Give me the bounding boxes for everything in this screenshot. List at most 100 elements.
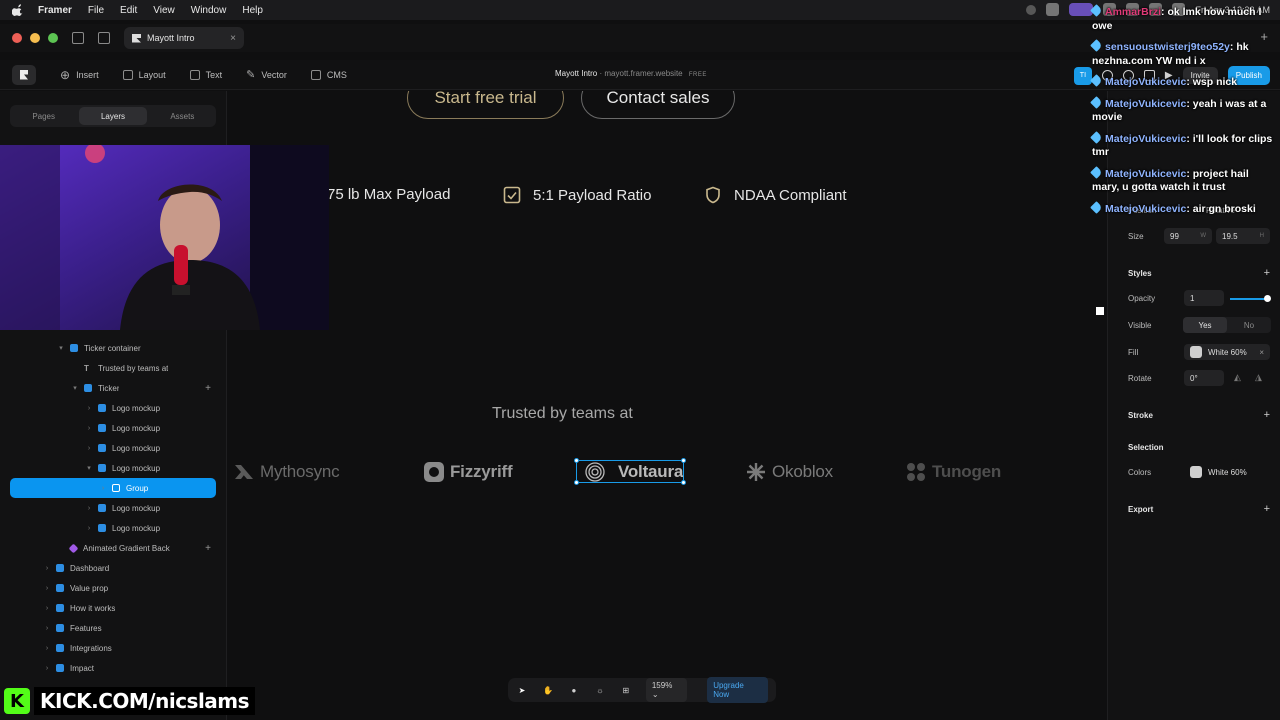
width-field[interactable]: 99 W: [1164, 228, 1212, 244]
cms-button[interactable]: CMS: [310, 69, 347, 80]
expand-caret-icon[interactable]: ›: [42, 625, 52, 632]
layer-row[interactable]: › Features: [0, 618, 227, 638]
height-field[interactable]: 19.5 H: [1216, 228, 1270, 244]
styles-section[interactable]: Styles +: [1128, 265, 1270, 281]
project-title[interactable]: Mayott Intro · mayott.framer.website FRE…: [555, 69, 707, 78]
chat-username[interactable]: MatejoVukicevic: [1105, 203, 1186, 215]
flip-vertical-icon[interactable]: ◮: [1255, 372, 1262, 383]
layer-row[interactable]: ▾ Ticker container: [0, 338, 227, 358]
logo-mythosync[interactable]: Mythosync: [234, 461, 340, 483]
status-icon[interactable]: [1046, 3, 1060, 16]
selection-color[interactable]: White 60%: [1184, 464, 1270, 480]
remove-fill-icon[interactable]: ×: [1259, 348, 1264, 357]
chat-username[interactable]: MatejoVukicevic: [1105, 168, 1186, 180]
menu-view[interactable]: View: [153, 5, 175, 16]
layer-row-selected[interactable]: › Group: [10, 478, 216, 498]
resize-handle[interactable]: [574, 480, 579, 485]
resize-handle[interactable]: [681, 480, 686, 485]
layer-row[interactable]: ▾ Ticker +: [0, 378, 227, 398]
home-icon[interactable]: [72, 32, 84, 44]
expand-caret-icon[interactable]: ›: [42, 585, 52, 592]
expand-caret-icon[interactable]: ›: [84, 505, 94, 512]
layer-row[interactable]: › Logo mockup: [0, 438, 227, 458]
opacity-field[interactable]: 1: [1184, 290, 1224, 306]
menu-edit[interactable]: Edit: [120, 5, 137, 16]
avatar[interactable]: TI: [1073, 66, 1092, 85]
opacity-slider[interactable]: [1230, 295, 1271, 302]
expand-caret-icon[interactable]: ›: [42, 605, 52, 612]
logo-okoblox[interactable]: Okoblox: [746, 461, 833, 483]
theme-toggle-icon[interactable]: ☼: [594, 684, 606, 696]
layer-row[interactable]: › Logo mockup: [0, 518, 227, 538]
layer-row[interactable]: › Logo mockup: [0, 418, 227, 438]
fill-swatch[interactable]: [1190, 346, 1202, 358]
insert-button[interactable]: ⊕ Insert: [60, 68, 99, 82]
layer-row[interactable]: › Integrations: [0, 638, 227, 658]
chat-username[interactable]: AmmarBrzi: [1105, 6, 1161, 18]
expand-caret-icon[interactable]: ›: [42, 645, 52, 652]
tab-pages[interactable]: Pages: [10, 105, 77, 127]
stroke-section[interactable]: Stroke +: [1128, 407, 1270, 423]
framer-menu-button[interactable]: [12, 64, 36, 85]
layer-row[interactable]: › Value prop: [0, 578, 227, 598]
expand-caret-icon[interactable]: ▾: [70, 384, 80, 392]
zoom-window-button[interactable]: [48, 33, 58, 43]
layer-row[interactable]: Animated Gradient Back +: [0, 538, 227, 558]
selection-outline[interactable]: [574, 458, 686, 485]
zoom-select[interactable]: 159% ⌄: [645, 678, 688, 702]
apple-icon[interactable]: [12, 4, 24, 16]
layout-button[interactable]: Layout: [122, 69, 166, 80]
layer-row[interactable]: ▾ Logo mockup: [0, 458, 227, 478]
add-stroke-icon[interactable]: +: [1264, 409, 1270, 421]
add-export-icon[interactable]: +: [1264, 503, 1270, 515]
hand-tool-icon[interactable]: ✋: [542, 684, 554, 696]
document-tab[interactable]: Mayott Intro ×: [124, 27, 244, 49]
frame-resize-handle[interactable]: [1096, 307, 1104, 315]
start-free-trial-button[interactable]: Start free trial: [407, 91, 564, 119]
tab-layers[interactable]: Layers: [79, 107, 147, 125]
minimize-window-button[interactable]: [30, 33, 40, 43]
visible-no[interactable]: No: [1227, 317, 1271, 333]
layer-row[interactable]: › Logo mockup: [0, 398, 227, 418]
resize-handle[interactable]: [574, 458, 579, 463]
expand-caret-icon[interactable]: ›: [84, 425, 94, 432]
upgrade-now-button[interactable]: Upgrade Now: [707, 677, 768, 703]
expand-caret-icon[interactable]: ›: [42, 565, 52, 572]
pointer-tool-icon[interactable]: ➤: [516, 684, 528, 696]
tab-assets[interactable]: Assets: [149, 105, 216, 127]
layer-row[interactable]: › Impact: [0, 658, 227, 678]
vector-button[interactable]: ✎ Vector: [246, 68, 287, 81]
menu-app-name[interactable]: Framer: [38, 5, 72, 16]
layer-row[interactable]: › Logo mockup: [0, 498, 227, 518]
close-tab-icon[interactable]: ×: [230, 33, 236, 44]
expand-caret-icon[interactable]: ›: [98, 485, 108, 492]
visible-yes[interactable]: Yes: [1183, 317, 1227, 333]
expand-caret-icon[interactable]: ▾: [56, 344, 66, 352]
flip-horizontal-icon[interactable]: ◭: [1234, 372, 1241, 383]
layer-row[interactable]: › Dashboard: [0, 558, 227, 578]
resize-handle[interactable]: [681, 458, 686, 463]
menu-file[interactable]: File: [88, 5, 104, 16]
add-layer-icon[interactable]: +: [205, 543, 211, 554]
design-canvas[interactable]: Start free trial Contact sales 75 lb Max…: [228, 91, 1106, 720]
expand-caret-icon[interactable]: ›: [84, 445, 94, 452]
chat-username[interactable]: MatejoVukicevic: [1105, 133, 1186, 145]
color-swatch[interactable]: [1190, 466, 1202, 478]
expand-caret-icon[interactable]: ›: [84, 525, 94, 532]
layer-row[interactable]: T Trusted by teams at: [0, 358, 227, 378]
comment-tool-icon[interactable]: ●: [568, 684, 580, 696]
close-window-button[interactable]: [12, 33, 22, 43]
expand-caret-icon[interactable]: ›: [84, 405, 94, 412]
rotate-field[interactable]: 0°: [1184, 370, 1224, 386]
inbox-icon[interactable]: [98, 32, 110, 44]
expand-caret-icon[interactable]: ▾: [84, 464, 94, 472]
layer-row[interactable]: › How it works: [0, 598, 227, 618]
chat-username[interactable]: MatejoVukicevic: [1105, 76, 1186, 88]
logo-tunogen[interactable]: Tunogen: [906, 461, 1001, 483]
add-style-icon[interactable]: +: [1264, 267, 1270, 279]
contact-sales-button[interactable]: Contact sales: [581, 91, 735, 119]
menu-window[interactable]: Window: [191, 5, 227, 16]
grid-icon[interactable]: ⊞: [620, 684, 632, 696]
expand-caret-icon[interactable]: ›: [42, 665, 52, 672]
text-button[interactable]: Text: [189, 69, 222, 80]
